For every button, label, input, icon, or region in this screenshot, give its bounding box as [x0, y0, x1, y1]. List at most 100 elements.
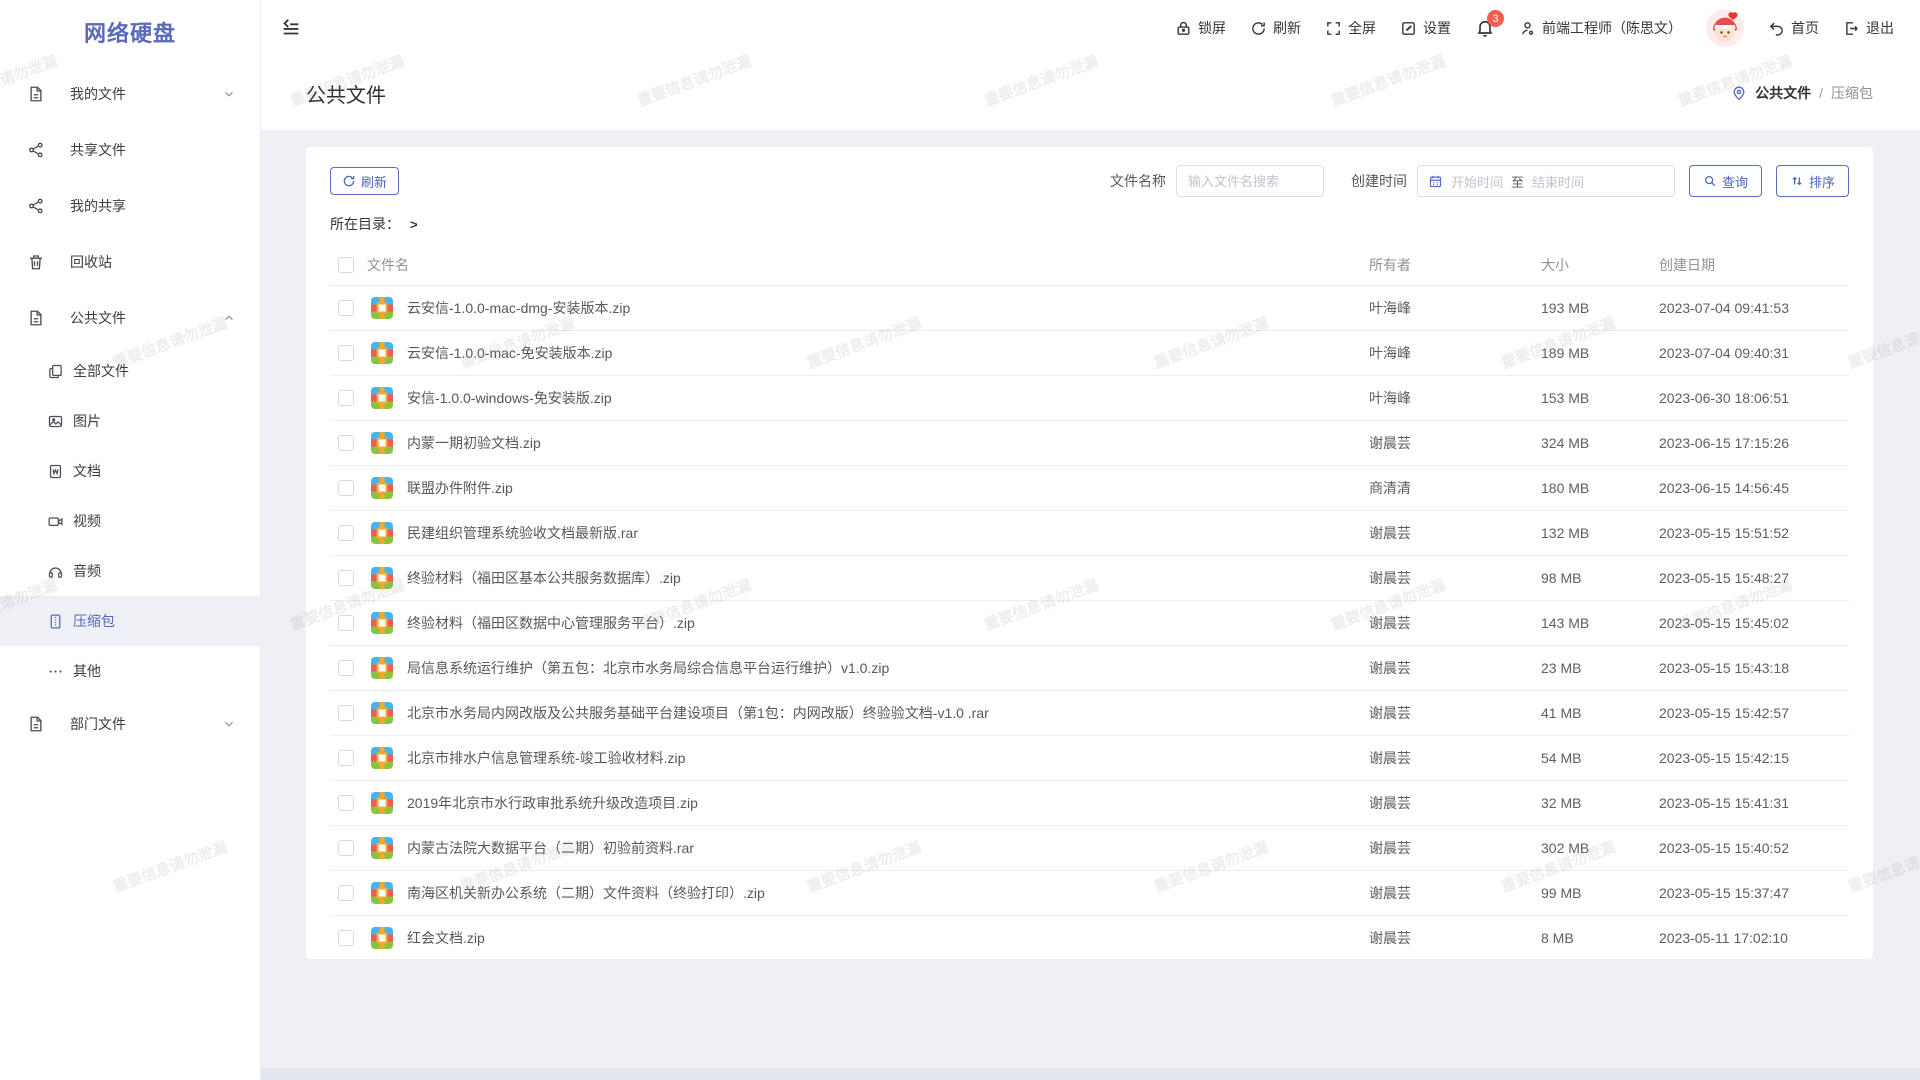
lock-screen-button[interactable]: 锁屏	[1175, 18, 1226, 38]
home-button[interactable]: 首页	[1768, 18, 1819, 38]
zip-file-icon	[371, 792, 393, 814]
breadcrumb: 公共文件 / 压缩包	[1731, 83, 1873, 103]
row-checkbox[interactable]	[338, 660, 354, 676]
sidebar-item-recycle-bin[interactable]: 回收站	[0, 234, 260, 290]
sidebar-item-shared-files[interactable]: 共享文件	[0, 122, 260, 178]
sidebar-item-audio[interactable]: 音频	[0, 546, 260, 596]
file-name-link[interactable]: 局信息系统运行维护（第五包：北京市水务局综合信息平台运行维护）v1.0.zip	[407, 658, 1369, 678]
file-name-link[interactable]: 安信-1.0.0-windows-免安装版.zip	[407, 388, 1369, 408]
row-checkbox[interactable]	[338, 570, 354, 586]
file-table-header: 文件名 所有者 大小 创建日期	[330, 244, 1849, 286]
sidebar-item-all-files[interactable]: 全部文件	[0, 346, 260, 396]
table-row[interactable]: 内蒙古法院大数据平台（二期）初验前资料.rar 谢晨芸 302 MB 2023-…	[330, 826, 1849, 871]
refresh-page-button[interactable]: 刷新	[1250, 18, 1301, 38]
file-name-link[interactable]: 内蒙古法院大数据平台（二期）初验前资料.rar	[407, 838, 1369, 858]
row-checkbox[interactable]	[338, 750, 354, 766]
file-date: 2023-05-11 17:02:10	[1659, 930, 1849, 946]
file-owner: 谢晨芸	[1369, 703, 1541, 723]
sidebar-nav: 我的文件 共享文件 我的共享	[0, 64, 260, 752]
sidebar-collapse-icon[interactable]	[280, 17, 302, 39]
table-row[interactable]: 北京市排水户信息管理系统-竣工验收材料.zip 谢晨芸 54 MB 2023-0…	[330, 736, 1849, 781]
row-checkbox[interactable]	[338, 480, 354, 496]
file-name-link[interactable]: 民建组织管理系统验收文档最新版.rar	[407, 523, 1369, 543]
file-name-link[interactable]: 终验材料（福田区基本公共服务数据库）.zip	[407, 568, 1369, 588]
table-row[interactable]: 内蒙一期初验文档.zip 谢晨芸 324 MB 2023-06-15 17:15…	[330, 421, 1849, 466]
table-row[interactable]: 局信息系统运行维护（第五包：北京市水务局综合信息平台运行维护）v1.0.zip …	[330, 646, 1849, 691]
search-button[interactable]: 查询	[1689, 165, 1762, 197]
row-checkbox[interactable]	[338, 525, 354, 541]
table-row[interactable]: 红会文档.zip 谢晨芸 8 MB 2023-05-11 17:02:10	[330, 916, 1849, 961]
row-checkbox[interactable]	[338, 435, 354, 451]
sidebar-item-others[interactable]: 其他	[0, 646, 260, 696]
table-row[interactable]: 云安信-1.0.0-mac-免安装版本.zip 叶海峰 189 MB 2023-…	[330, 331, 1849, 376]
row-checkbox[interactable]	[338, 345, 354, 361]
file-name-link[interactable]: 联盟办件附件.zip	[407, 478, 1369, 498]
zip-file-icon	[371, 432, 393, 454]
logout-button[interactable]: 退出	[1843, 18, 1894, 38]
table-row[interactable]: 安信-1.0.0-windows-免安装版.zip 叶海峰 153 MB 202…	[330, 376, 1849, 421]
sidebar-item-public-files[interactable]: 公共文件	[0, 290, 260, 346]
word-doc-icon	[47, 463, 64, 480]
file-name-link[interactable]: 云安信-1.0.0-mac-免安装版本.zip	[407, 343, 1369, 363]
row-checkbox[interactable]	[338, 840, 354, 856]
sidebar-item-label: 音频	[73, 561, 101, 581]
more-dots-icon	[47, 663, 64, 680]
fullscreen-button[interactable]: 全屏	[1325, 18, 1376, 38]
file-name-link[interactable]: 南海区机关新办公系统（二期）文件资料（终验打印）.zip	[407, 883, 1369, 903]
table-row[interactable]: 终验材料（福田区基本公共服务数据库）.zip 谢晨芸 98 MB 2023-05…	[330, 556, 1849, 601]
row-checkbox[interactable]	[338, 795, 354, 811]
file-owner: 商清清	[1369, 478, 1541, 498]
row-checkbox[interactable]	[338, 930, 354, 946]
table-row[interactable]: 南海区机关新办公系统（二期）文件资料（终验打印）.zip 谢晨芸 99 MB 2…	[330, 871, 1849, 916]
table-row[interactable]: 北京市水务局内网改版及公共服务基础平台建设项目（第1包：内网改版）终验验文档-v…	[330, 691, 1849, 736]
settings-button[interactable]: 设置	[1400, 18, 1451, 38]
horizontal-scrollbar[interactable]	[261, 1068, 1920, 1080]
file-name-link[interactable]: 2019年北京市水行政审批系统升级改造项目.zip	[407, 793, 1369, 813]
table-row[interactable]: 云安信-1.0.0-mac-dmg-安装版本.zip 叶海峰 193 MB 20…	[330, 286, 1849, 331]
sidebar-item-images[interactable]: 图片	[0, 396, 260, 446]
file-name-search-input[interactable]	[1176, 165, 1324, 197]
main-area: 锁屏 刷新 全屏	[261, 0, 1920, 1080]
table-row[interactable]: 2019年北京市水行政审批系统升级改造项目.zip 谢晨芸 32 MB 2023…	[330, 781, 1849, 826]
file-size: 153 MB	[1541, 390, 1659, 406]
home-label: 首页	[1791, 18, 1819, 38]
file-name-link[interactable]: 北京市排水户信息管理系统-竣工验收材料.zip	[407, 748, 1369, 768]
file-owner: 谢晨芸	[1369, 568, 1541, 588]
directory-root-arrow[interactable]: >	[410, 217, 418, 232]
search-button-label: 查询	[1722, 172, 1748, 191]
refresh-list-button[interactable]: 刷新	[330, 167, 399, 195]
date-range-picker[interactable]: 开始时间 至 结束时间	[1417, 165, 1675, 197]
file-name-link[interactable]: 终验材料（福田区数据中心管理服务平台）.zip	[407, 613, 1369, 633]
user-menu[interactable]: 前端工程师（陈思文）	[1519, 18, 1682, 38]
sidebar-item-department-files[interactable]: 部门文件	[0, 696, 260, 752]
file-name-link[interactable]: 云安信-1.0.0-mac-dmg-安装版本.zip	[407, 298, 1369, 318]
file-name-link[interactable]: 内蒙一期初验文档.zip	[407, 433, 1369, 453]
sidebar-item-videos[interactable]: 视频	[0, 496, 260, 546]
row-checkbox[interactable]	[338, 300, 354, 316]
video-camera-icon	[47, 513, 64, 530]
sidebar-item-my-files[interactable]: 我的文件	[0, 66, 260, 122]
row-checkbox[interactable]	[338, 390, 354, 406]
table-row[interactable]: 终验材料（福田区数据中心管理服务平台）.zip 谢晨芸 143 MB 2023-…	[330, 601, 1849, 646]
lock-icon	[1175, 20, 1192, 37]
select-all-checkbox[interactable]	[338, 257, 354, 273]
file-owner: 谢晨芸	[1369, 838, 1541, 858]
sidebar-item-documents[interactable]: 文档	[0, 446, 260, 496]
avatar[interactable]	[1706, 9, 1744, 47]
notifications-button[interactable]: 3	[1475, 18, 1495, 38]
table-row[interactable]: 民建组织管理系统验收文档最新版.rar 谢晨芸 132 MB 2023-05-1…	[330, 511, 1849, 556]
sort-button[interactable]: 排序	[1776, 165, 1849, 197]
user-name: 前端工程师（陈思文）	[1542, 18, 1682, 38]
file-name-link[interactable]: 红会文档.zip	[407, 928, 1369, 948]
end-time-placeholder: 结束时间	[1532, 172, 1584, 191]
table-row[interactable]: 联盟办件附件.zip 商清清 180 MB 2023-06-15 14:56:4…	[330, 466, 1849, 511]
row-checkbox[interactable]	[338, 615, 354, 631]
sidebar-item-label: 其他	[73, 661, 101, 681]
row-checkbox[interactable]	[338, 885, 354, 901]
sidebar-item-my-shares[interactable]: 我的共享	[0, 178, 260, 234]
breadcrumb-root-link[interactable]: 公共文件	[1755, 83, 1811, 103]
column-header-size: 大小	[1541, 255, 1659, 275]
row-checkbox[interactable]	[338, 705, 354, 721]
sidebar-item-archives[interactable]: 压缩包	[0, 596, 260, 646]
file-name-link[interactable]: 北京市水务局内网改版及公共服务基础平台建设项目（第1包：内网改版）终验验文档-v…	[407, 703, 1369, 723]
